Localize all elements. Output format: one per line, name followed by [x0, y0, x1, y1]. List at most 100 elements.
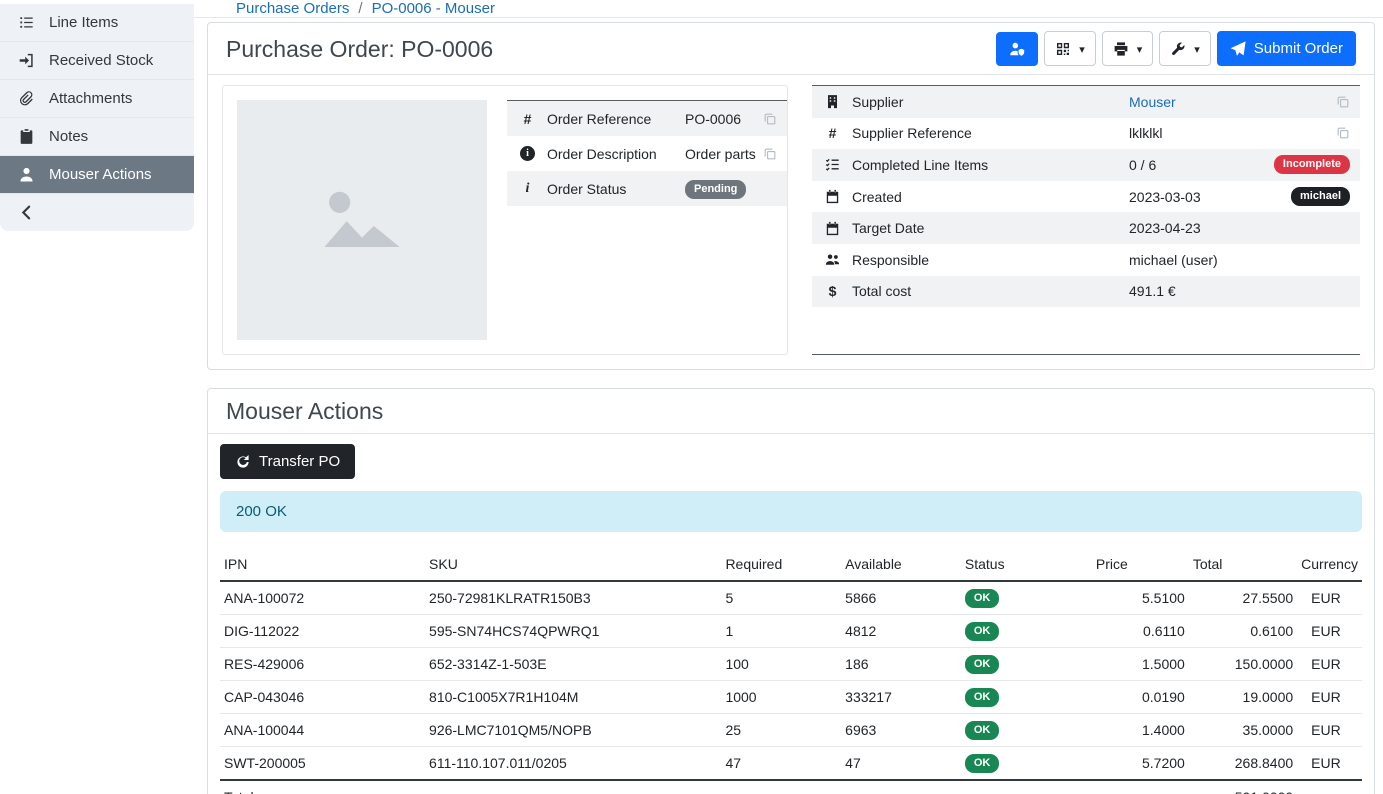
cell-sku: 810-C1005X7R1H104M — [425, 681, 721, 714]
cell-sku: 611-110.107.011/0205 — [425, 747, 721, 781]
copy-icon[interactable] — [763, 112, 777, 126]
image-icon — [303, 173, 421, 267]
cell-currency: EUR — [1297, 581, 1362, 615]
cell-price: 5.5100 — [1092, 581, 1189, 615]
column-header-sku: SKU — [425, 548, 721, 581]
sidebar: Line Items Received Stock Attachments No… — [0, 0, 194, 794]
supplier-link[interactable]: Mouser — [1129, 94, 1176, 110]
mouser-actions-body: Transfer PO 200 OK IPN SKU Required Avai… — [208, 434, 1374, 794]
column-header-total: Total — [1189, 548, 1297, 581]
cell-price: 1.4000 — [1092, 714, 1189, 747]
cell-total: 27.5500 — [1189, 581, 1297, 615]
print-actions-button[interactable] — [1102, 31, 1154, 66]
user-roles-button[interactable] — [996, 32, 1038, 66]
detail-label: Created — [852, 189, 1129, 205]
calendar-icon — [825, 189, 840, 204]
order-image-placeholder[interactable] — [237, 100, 487, 340]
detail-label: Supplier Reference — [852, 125, 1129, 141]
cell-currency: EUR — [1297, 714, 1362, 747]
table-row: DIG-112022 595-SN74HCS74QPWRQ1 1 4812 OK… — [220, 615, 1362, 648]
user-badge: michael — [1291, 187, 1350, 206]
submit-order-button[interactable]: Submit Order — [1217, 31, 1356, 66]
clipboard-icon — [18, 128, 35, 145]
barcode-actions-button[interactable] — [1044, 31, 1096, 66]
copy-icon[interactable] — [1336, 95, 1350, 109]
sidebar-nav: Line Items Received Stock Attachments No… — [0, 4, 194, 231]
caret-down-icon — [1194, 40, 1200, 57]
sidebar-item-label: Attachments — [49, 90, 132, 107]
total-label: Total — [220, 780, 1189, 794]
cell-sku: 652-3314Z-1-503E — [425, 648, 721, 681]
status-alert: 200 OK — [220, 491, 1362, 532]
cell-sku: 250-72981KLRATR150B3 — [425, 581, 721, 615]
list-check-icon — [825, 157, 840, 172]
cell-currency: EUR — [1297, 615, 1362, 648]
info-circle-icon — [520, 146, 535, 161]
detail-row-order-reference: Order Reference PO-0006 — [507, 101, 787, 136]
detail-row-responsible: Responsible michael (user) — [812, 244, 1360, 276]
detail-value: lklklkl — [1129, 125, 1336, 141]
cell-status: OK — [961, 615, 1092, 648]
user-shield-icon — [1009, 41, 1025, 57]
table-row: ANA-100044 926-LMC7101QM5/NOPB 25 6963 O… — [220, 714, 1362, 747]
order-summary-panel: Order Reference PO-0006 Order Descriptio… — [222, 85, 788, 355]
hash-icon — [824, 125, 841, 142]
cell-price: 1.5000 — [1092, 648, 1189, 681]
total-row: Total 501.0000 — [220, 780, 1362, 794]
detail-value: 2023-03-03 — [1129, 189, 1291, 205]
cell-total: 35.0000 — [1189, 714, 1297, 747]
sidebar-item-line-items[interactable]: Line Items — [0, 4, 194, 42]
cell-available: 6963 — [841, 714, 961, 747]
cell-total: 268.8400 — [1189, 747, 1297, 781]
detail-value: michael (user) — [1129, 252, 1350, 268]
sidebar-item-mouser-actions[interactable]: Mouser Actions — [0, 156, 194, 194]
breadcrumb: Purchase Orders / PO-0006 - Mouser — [194, 0, 1383, 18]
ok-badge: OK — [965, 589, 1000, 608]
paperclip-icon — [18, 90, 35, 107]
status-badge: Pending — [685, 180, 746, 199]
cell-currency: EUR — [1297, 681, 1362, 714]
sidebar-collapse-button[interactable] — [0, 194, 194, 231]
cell-required: 100 — [721, 648, 841, 681]
copy-icon[interactable] — [763, 147, 777, 161]
breadcrumb-current-order[interactable]: PO-0006 - Mouser — [372, 0, 495, 17]
calendar-icon — [825, 221, 840, 236]
detail-value: Order parts — [685, 146, 763, 162]
detail-label: Target Date — [852, 220, 1129, 236]
sign-in-icon — [18, 52, 35, 69]
purchase-order-card: Purchase Order: PO-0006 — [207, 22, 1375, 370]
detail-value: 491.1 € — [1129, 283, 1350, 299]
cell-ipn: RES-429006 — [220, 648, 425, 681]
order-details-body: Order Reference PO-0006 Order Descriptio… — [208, 75, 1374, 369]
cell-ipn: SWT-200005 — [220, 747, 425, 781]
cell-currency: EUR — [1297, 648, 1362, 681]
caret-down-icon — [1079, 40, 1085, 57]
users-icon — [825, 252, 840, 267]
transfer-po-button[interactable]: Transfer PO — [220, 444, 355, 479]
detail-label: Supplier — [852, 94, 1129, 110]
ok-badge: OK — [965, 721, 1000, 740]
sidebar-item-received-stock[interactable]: Received Stock — [0, 42, 194, 80]
sidebar-item-notes[interactable]: Notes — [0, 118, 194, 156]
copy-icon[interactable] — [1336, 126, 1350, 140]
detail-row-completed-line-items: Completed Line Items 0 / 6 Incomplete — [812, 149, 1360, 181]
mouser-actions-header: Mouser Actions — [208, 389, 1374, 434]
breadcrumb-purchase-orders[interactable]: Purchase Orders — [236, 0, 349, 17]
ok-badge: OK — [965, 754, 1000, 773]
building-icon — [825, 94, 840, 109]
detail-row-total-cost: Total cost 491.1 € — [812, 276, 1360, 308]
main-area: Purchase Orders / PO-0006 - Mouser Purch… — [194, 0, 1383, 794]
detail-label: Order Status — [547, 181, 685, 197]
breadcrumb-separator: / — [358, 0, 362, 17]
cell-currency: EUR — [1297, 747, 1362, 781]
column-header-ipn: IPN — [220, 548, 425, 581]
list-icon — [18, 14, 35, 31]
submit-order-label: Submit Order — [1254, 40, 1343, 57]
cell-required: 5 — [721, 581, 841, 615]
cell-status: OK — [961, 648, 1092, 681]
cell-available: 47 — [841, 747, 961, 781]
detail-row-created: Created 2023-03-03 michael — [812, 181, 1360, 213]
order-actions-button[interactable] — [1159, 31, 1211, 66]
cell-sku: 595-SN74HCS74QPWRQ1 — [425, 615, 721, 648]
sidebar-item-attachments[interactable]: Attachments — [0, 80, 194, 118]
